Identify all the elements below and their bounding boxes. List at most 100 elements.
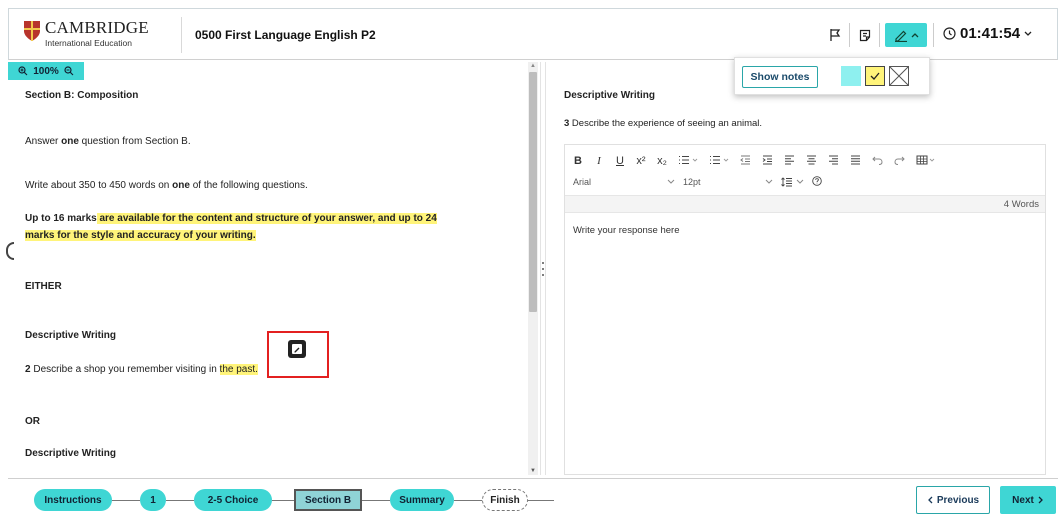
logo-subtitle: International Education — [45, 38, 132, 48]
step-summary[interactable]: Summary — [390, 489, 454, 511]
previous-label: Previous — [936, 494, 980, 506]
instruction-text: Answer one question from Section B. — [25, 136, 191, 147]
show-notes-button[interactable]: Show notes — [742, 66, 818, 88]
next-button[interactable]: Next — [1000, 486, 1056, 514]
undo-icon[interactable] — [872, 155, 883, 168]
add-note-icon[interactable] — [288, 340, 306, 358]
header: CAMBRIDGE International Education 0500 F… — [8, 8, 1058, 60]
marks-text-continued: marks for the style and accuracy of your… — [25, 230, 256, 241]
yellow-highlight-swatch[interactable] — [865, 66, 885, 86]
answer-question: 3 Describe the experience of seeing an a… — [564, 118, 763, 129]
word-limit-text: Write about 350 to 450 words on one of t… — [25, 180, 308, 191]
editor-toolbar-format: Arial 12pt — [573, 173, 822, 191]
chevron-up-icon — [911, 33, 918, 38]
font-family-select[interactable]: Arial — [573, 177, 683, 187]
exam-title: 0500 First Language English P2 — [195, 28, 376, 42]
step-connector — [362, 500, 390, 501]
logo-divider — [181, 17, 182, 53]
superscript-icon[interactable]: x² — [636, 155, 646, 167]
zoom-in-icon[interactable] — [18, 66, 28, 76]
clear-icon — [889, 66, 909, 86]
question-3-heading: Descriptive Writing — [25, 448, 116, 459]
step-choice[interactable]: 2-5 Choice — [194, 489, 272, 511]
chevron-left-icon — [927, 496, 933, 504]
align-justify-icon[interactable] — [850, 155, 861, 168]
clock-icon — [943, 27, 956, 40]
next-label: Next — [1012, 494, 1034, 506]
zoom-out-icon[interactable] — [64, 66, 74, 76]
previous-button[interactable]: Previous — [916, 486, 990, 514]
notes-icon[interactable] — [855, 25, 875, 45]
step-instructions[interactable]: Instructions — [34, 489, 112, 511]
step-1[interactable]: 1 — [140, 489, 166, 511]
numbered-list-icon[interactable] — [709, 155, 729, 168]
or-label: OR — [25, 416, 40, 427]
underline-button[interactable]: U — [615, 155, 625, 167]
redo-icon[interactable] — [894, 155, 905, 168]
outdent-icon[interactable] — [740, 155, 751, 168]
step-connector — [112, 500, 140, 501]
answer-pane: Descriptive Writing 3 Describe the exper… — [550, 80, 1052, 475]
step-finish[interactable]: Finish — [482, 489, 528, 511]
zoom-level: 100% — [33, 65, 59, 77]
header-separator — [933, 23, 934, 47]
font-size-value: 12pt — [683, 177, 701, 187]
splitter-grip-icon[interactable] — [541, 262, 545, 276]
table-icon[interactable] — [916, 155, 936, 168]
zoom-control: 100% — [8, 62, 84, 80]
rich-text-editor[interactable]: B I U x² x₂ Arial 12pt 4 Words Write you… — [564, 144, 1046, 475]
scrollbar-thumb[interactable] — [529, 72, 537, 312]
marks-text: Up to 16 marks are available for the con… — [25, 213, 437, 224]
highlighted-text[interactable]: the past. — [219, 364, 258, 375]
cambridge-logo: CAMBRIDGE International Education — [23, 18, 173, 52]
footer-navigation: Instructions 1 2-5 Choice Section B Summ… — [8, 478, 1058, 518]
answer-heading: Descriptive Writing — [564, 90, 655, 101]
bold-button[interactable]: B — [573, 155, 583, 167]
align-right-icon[interactable] — [828, 155, 839, 168]
section-title: Section B: Composition — [25, 90, 139, 101]
scroll-down-arrow-icon[interactable]: ▼ — [530, 468, 536, 474]
word-count: 4 Words — [565, 195, 1045, 213]
step-connector — [528, 500, 554, 501]
chevron-down-icon — [667, 179, 675, 184]
pane-handle-icon[interactable] — [6, 242, 14, 260]
response-input[interactable]: Write your response here — [573, 225, 680, 236]
header-separator — [879, 23, 880, 47]
italic-button[interactable]: I — [594, 155, 604, 167]
step-connector — [272, 500, 294, 501]
scrollbar[interactable]: ▲ ▼ — [528, 62, 538, 475]
chevron-down-icon — [1024, 31, 1032, 36]
subscript-icon[interactable]: x₂ — [657, 155, 667, 167]
align-center-icon[interactable] — [806, 155, 817, 168]
either-label: EITHER — [25, 281, 62, 292]
check-icon — [870, 72, 880, 80]
notes-popup: Show notes — [734, 57, 930, 95]
pen-icon — [894, 30, 907, 42]
logo-name: CAMBRIDGE — [45, 18, 149, 37]
cyan-highlight-swatch[interactable] — [841, 66, 861, 86]
bulleted-list-icon[interactable] — [678, 155, 698, 168]
chevron-down-icon — [765, 179, 773, 184]
font-family-value: Arial — [573, 177, 592, 187]
step-section-b[interactable]: Section B — [294, 489, 362, 511]
clear-highlight-swatch[interactable] — [889, 66, 909, 86]
align-left-icon[interactable] — [784, 155, 795, 168]
help-icon[interactable] — [812, 176, 822, 188]
timer-value: 01:41:54 — [960, 25, 1021, 42]
step-connector — [166, 500, 194, 501]
editor-toolbar: B I U x² x₂ — [573, 152, 936, 170]
chevron-right-icon — [1038, 496, 1043, 504]
question-2-heading: Descriptive Writing — [25, 330, 116, 341]
exam-timer[interactable]: 01:41:54 — [943, 25, 1032, 42]
header-separator — [849, 23, 850, 47]
indent-icon[interactable] — [762, 155, 773, 168]
font-size-select[interactable]: 12pt — [683, 177, 781, 187]
step-connector — [454, 500, 482, 501]
shield-icon — [24, 21, 40, 41]
question-paper-pane: Section B: Composition Answer one questi… — [8, 80, 538, 475]
scroll-up-arrow-icon[interactable]: ▲ — [530, 63, 536, 69]
highlighter-button[interactable] — [885, 23, 927, 47]
question-2-text: 2 Describe a shop you remember visiting … — [25, 364, 258, 375]
line-height-icon[interactable] — [781, 177, 804, 187]
flag-icon[interactable] — [825, 25, 845, 45]
